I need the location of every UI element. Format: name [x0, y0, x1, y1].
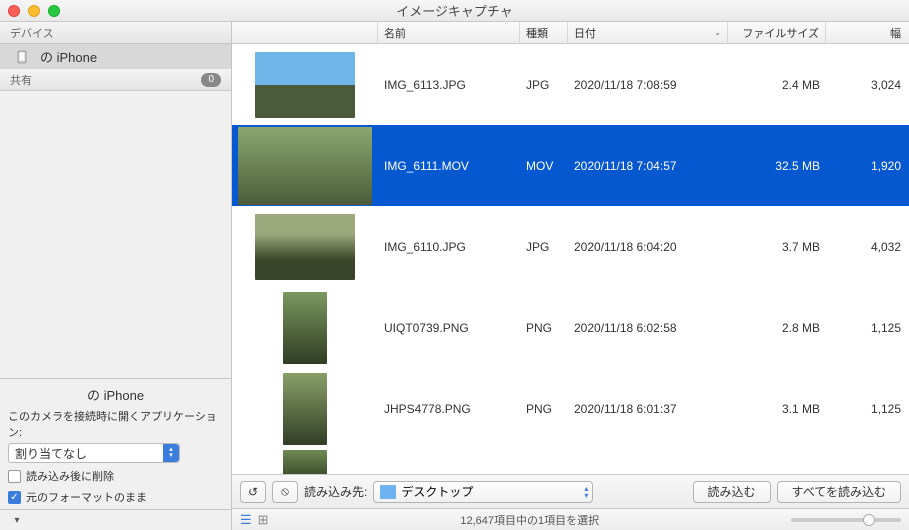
file-name: IMG_6111.MOV	[378, 159, 520, 173]
delete-button[interactable]: ⦸	[272, 481, 298, 503]
open-with-value: 割り当てなし	[15, 445, 87, 462]
file-date: 2020/11/18 7:08:59	[568, 78, 728, 92]
shared-label: 共有	[10, 72, 32, 88]
import-all-button[interactable]: すべてを読み込む	[777, 481, 901, 503]
zoom-icon[interactable]	[48, 5, 60, 17]
file-date: 2020/11/18 6:01:37	[568, 402, 728, 416]
content-area: 名前 種類 日付 ⌄ ファイルサイズ 幅 IMG_6113.JPGJPG2020…	[232, 22, 909, 530]
col-kind[interactable]: 種類	[520, 22, 568, 43]
table-row[interactable]: IMG_6111.MOVMOV2020/11/18 7:04:5732.5 MB…	[232, 125, 909, 206]
open-with-select[interactable]: 割り当てなし	[8, 443, 180, 463]
table-row[interactable]: UIQT0739.PNGPNG2020/11/18 6:02:582.8 MB1…	[232, 287, 909, 368]
thumbnail	[283, 373, 327, 445]
rotate-icon: ↺	[248, 485, 258, 499]
select-stepper-icon: ▴▾	[584, 485, 588, 499]
table-row[interactable]: IMG_6113.JPGJPG2020/11/18 7:08:592.4 MB3…	[232, 44, 909, 125]
main-split: デバイス の iPhone 共有 0 の iPhone このカメラを接続時に開く…	[0, 22, 909, 530]
thumbnail	[283, 450, 327, 474]
sidebar: デバイス の iPhone 共有 0 の iPhone このカメラを接続時に開く…	[0, 22, 232, 530]
file-size: 2.8 MB	[728, 321, 826, 335]
col-date[interactable]: 日付 ⌄	[568, 22, 728, 43]
sidebar-footer: ▾	[0, 509, 231, 530]
destination-value: デスクトップ	[401, 483, 473, 500]
column-headers: 名前 種類 日付 ⌄ ファイルサイズ 幅	[232, 22, 909, 44]
statusbar: ☰ ⊞ 12,647項目中の1項目を選択	[232, 508, 909, 530]
keep-format-checkbox[interactable]	[8, 491, 21, 504]
open-with-label: このカメラを接続時に開くアプリケーション:	[8, 408, 223, 440]
table-row[interactable]: JHPS4778.PNGPNG2020/11/18 6:01:373.1 MB1…	[232, 368, 909, 449]
file-date: 2020/11/18 6:02:58	[568, 321, 728, 335]
titlebar: イメージキャプチャ	[0, 0, 909, 22]
file-kind: JPG	[520, 78, 568, 92]
rotate-button[interactable]: ↺	[240, 481, 266, 503]
window-controls	[8, 5, 60, 17]
file-list[interactable]: IMG_6113.JPGJPG2020/11/18 7:08:592.4 MB3…	[232, 44, 909, 474]
file-size: 3.7 MB	[728, 240, 826, 254]
col-width[interactable]: 幅	[826, 22, 909, 43]
file-kind: JPG	[520, 240, 568, 254]
delete-after-checkbox[interactable]	[8, 470, 21, 483]
device-name: の iPhone	[40, 47, 97, 66]
bottom-toolbar: ↺ ⦸ 読み込み先: デスクトップ ▴▾ 読み込む すべてを読み込む	[232, 474, 909, 508]
thumbnail	[238, 127, 372, 205]
sort-indicator-icon: ⌄	[714, 28, 721, 37]
table-row[interactable]: IMG_6110.JPGJPG2020/11/18 6:04:203.7 MB4…	[232, 206, 909, 287]
destination-label: 読み込み先:	[304, 483, 367, 500]
file-width: 1,125	[826, 321, 909, 335]
file-kind: PNG	[520, 321, 568, 335]
thumbnail	[255, 214, 355, 280]
destination-select[interactable]: デスクトップ ▴▾	[373, 481, 593, 503]
file-size: 2.4 MB	[728, 78, 826, 92]
file-width: 4,032	[826, 240, 909, 254]
col-date-label: 日付	[574, 25, 596, 41]
file-width: 3,024	[826, 78, 909, 92]
slider-knob[interactable]	[863, 514, 875, 526]
file-name: IMG_6113.JPG	[378, 78, 520, 92]
minimize-icon[interactable]	[28, 5, 40, 17]
prohibit-icon: ⦸	[281, 484, 289, 499]
sidebar-section-shared: 共有 0	[0, 69, 231, 91]
delete-after-label: 読み込み後に削除	[26, 468, 114, 484]
col-thumb[interactable]	[232, 22, 378, 43]
sidebar-device-iphone[interactable]: の iPhone	[0, 44, 231, 69]
iphone-icon	[12, 50, 32, 64]
bottom-device-name: の iPhone	[8, 385, 223, 404]
col-size[interactable]: ファイルサイズ	[728, 22, 826, 43]
sidebar-section-devices: デバイス	[0, 22, 231, 44]
toggle-panel-button[interactable]: ▾	[8, 512, 26, 528]
file-width: 1,920	[826, 159, 909, 173]
file-name: UIQT0739.PNG	[378, 321, 520, 335]
window-title: イメージキャプチャ	[0, 1, 909, 20]
devices-label: デバイス	[10, 25, 54, 41]
file-kind: MOV	[520, 159, 568, 173]
file-size: 3.1 MB	[728, 402, 826, 416]
list-view-icon[interactable]: ☰	[240, 512, 252, 528]
close-icon[interactable]	[8, 5, 20, 17]
table-row[interactable]	[232, 449, 909, 474]
file-width: 1,125	[826, 402, 909, 416]
folder-icon	[380, 485, 396, 499]
thumbnail	[283, 292, 327, 364]
shared-count-badge: 0	[201, 73, 221, 87]
file-size: 32.5 MB	[728, 159, 826, 173]
view-switcher: ☰ ⊞	[240, 512, 269, 528]
status-text: 12,647項目中の1項目を選択	[269, 512, 791, 528]
col-name[interactable]: 名前	[378, 22, 520, 43]
thumbnail	[255, 52, 355, 118]
sidebar-bottom-panel: の iPhone このカメラを接続時に開くアプリケーション: 割り当てなし 読み…	[0, 378, 231, 509]
grid-view-icon[interactable]: ⊞	[258, 512, 269, 528]
file-date: 2020/11/18 6:04:20	[568, 240, 728, 254]
select-stepper-icon	[163, 444, 179, 462]
file-date: 2020/11/18 7:04:57	[568, 159, 728, 173]
file-name: JHPS4778.PNG	[378, 402, 520, 416]
thumbnail-size-slider[interactable]	[791, 518, 901, 522]
import-button[interactable]: 読み込む	[693, 481, 771, 503]
file-name: IMG_6110.JPG	[378, 240, 520, 254]
file-kind: PNG	[520, 402, 568, 416]
keep-format-label: 元のフォーマットのまま	[26, 489, 147, 505]
